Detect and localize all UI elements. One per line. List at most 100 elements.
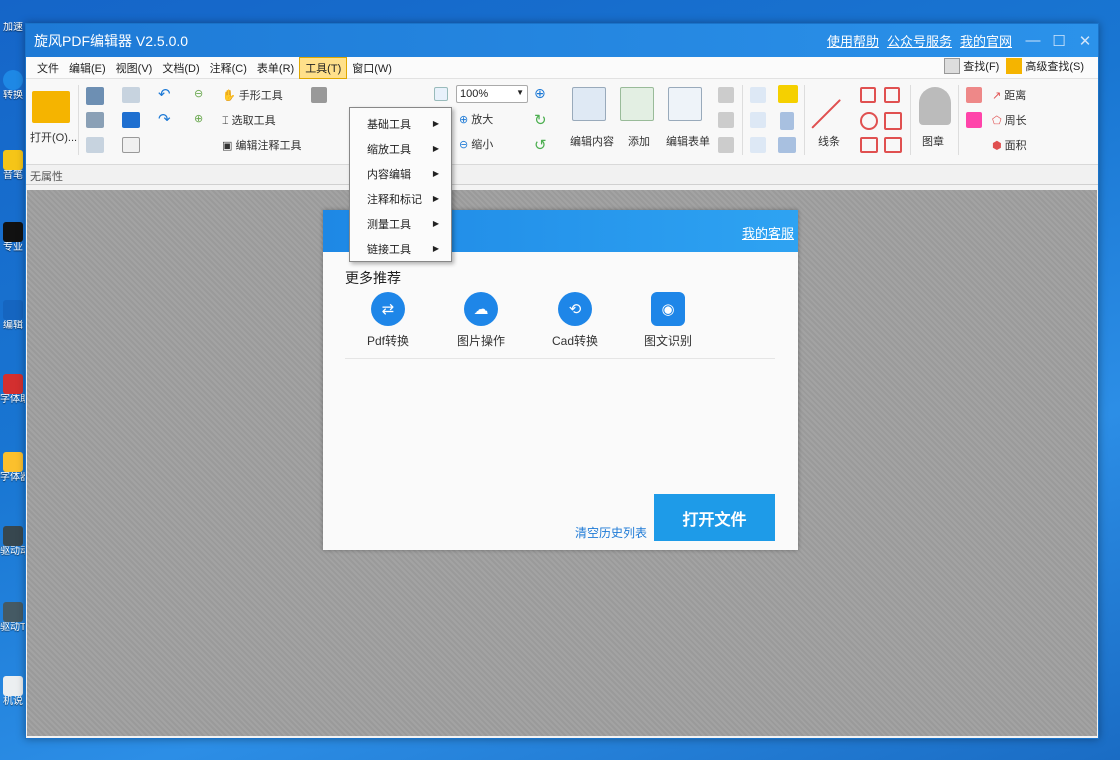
export-icon[interactable] — [86, 137, 104, 153]
edit-content-button[interactable]: 编辑内容 — [570, 133, 614, 149]
ellipse-icon[interactable] — [860, 112, 878, 130]
desktop-icon-5[interactable]: 编辑 — [0, 300, 26, 332]
properties-bar: 无属性 — [26, 165, 1098, 185]
zoom-in-button[interactable]: ⊕ 放大 — [459, 111, 493, 127]
menu-item-zoom-tools[interactable]: 缩放工具 ▶ — [350, 136, 451, 161]
fit-page-icon[interactable] — [434, 87, 448, 101]
tool-image-ops[interactable]: ☁ 图片操作 — [446, 292, 516, 349]
open-folder-icon — [32, 91, 70, 123]
eraser-icon[interactable] — [966, 112, 982, 128]
open-file-button[interactable]: 打开文件 — [654, 494, 775, 541]
tool-cad-convert[interactable]: ⟲ Cad转换 — [540, 292, 610, 349]
find-icon — [944, 58, 961, 74]
chevron-down-icon: ▼ — [516, 88, 524, 97]
pentagon-icon[interactable] — [884, 112, 902, 130]
clear-history-link[interactable]: 清空历史列表 — [575, 524, 647, 541]
website-link[interactable]: 我的官网 — [960, 31, 1012, 50]
note-icon[interactable] — [778, 85, 798, 103]
polyline-icon[interactable] — [884, 137, 902, 153]
open-button[interactable]: 打开(O)... — [30, 129, 77, 145]
desktop-icon-7[interactable]: 字体器 — [0, 452, 26, 484]
zoom-in-glass-icon[interactable]: ⊕ — [534, 85, 546, 102]
menu-item-basic-tools[interactable]: 基础工具 ▶ — [350, 111, 451, 136]
distance-button[interactable]: ↗ 距离 — [992, 87, 1026, 103]
menu-edit[interactable]: 编辑(E) — [64, 58, 111, 78]
minimize-icon[interactable]: — — [1020, 32, 1046, 49]
text-box-icon[interactable] — [718, 87, 734, 103]
maximize-icon[interactable]: ☐ — [1046, 32, 1072, 50]
zoom-out-button[interactable]: ⊖ 缩小 — [459, 136, 493, 152]
menu-file[interactable]: 文件 — [32, 58, 64, 78]
close-icon[interactable]: ✕ — [1072, 32, 1098, 50]
attach-icon[interactable] — [780, 112, 794, 130]
wechat-service-link[interactable]: 公众号服务 — [887, 31, 952, 50]
hand-tool[interactable]: ✋ 手形工具 — [222, 87, 283, 103]
desktop-icon-10[interactable]: 机说 — [0, 676, 26, 708]
desktop-icon-1[interactable]: 加速 — [0, 22, 26, 34]
window-title: 旋风PDF编辑器 V2.5.0.0 — [34, 32, 189, 49]
polygon-icon[interactable] — [884, 87, 900, 103]
annot-icon: ▣ — [222, 140, 233, 152]
add-button[interactable]: 添加 — [628, 133, 650, 149]
recommend-title: 更多推荐 — [345, 270, 401, 286]
perimeter-button[interactable]: ⬠ 周长 — [992, 112, 1027, 128]
forward-icon[interactable]: ⊕ — [194, 112, 203, 125]
menu-window[interactable]: 窗口(W) — [347, 58, 397, 78]
strikeout-icon[interactable] — [750, 112, 766, 128]
desktop-icon-4[interactable]: 专业 — [0, 222, 26, 254]
save-icon[interactable] — [86, 87, 104, 105]
pencil-icon[interactable] — [966, 87, 982, 103]
menu-item-content-edit[interactable]: 内容编辑 ▶ — [350, 161, 451, 186]
desktop-icon-8[interactable]: 驱动动手 — [0, 526, 26, 558]
select-icon: ⌶ — [222, 115, 229, 127]
line-icon — [811, 99, 841, 129]
menu-item-measure-tools[interactable]: 测量工具 ▶ — [350, 211, 451, 236]
print-icon[interactable] — [86, 112, 104, 128]
email-icon[interactable] — [122, 87, 140, 103]
underline-icon[interactable] — [750, 137, 766, 153]
desktop-icon-9[interactable]: 驱动TB2 — [0, 602, 26, 634]
text-field-icon[interactable] — [718, 112, 734, 128]
edit-form-button[interactable]: 编辑表单 — [666, 133, 710, 149]
find-button[interactable]: 查找(F) — [963, 58, 999, 74]
edit-content-icon — [572, 87, 606, 121]
menu-comment[interactable]: 注释(C) — [205, 58, 252, 78]
back-icon[interactable]: ⊖ — [194, 87, 203, 100]
new-page-icon[interactable] — [122, 137, 140, 153]
arrow-icon[interactable] — [860, 87, 876, 103]
lines-button[interactable]: 线条 — [818, 133, 840, 149]
area-button[interactable]: ⬢ 面积 — [992, 137, 1027, 153]
scan-icon[interactable] — [122, 112, 140, 128]
menu-bar: 文件 编辑(E) 视图(V) 文档(D) 注释(C) 表单(R) 工具(T) 窗… — [26, 56, 1098, 79]
typewriter-icon[interactable] — [750, 87, 766, 103]
menu-document[interactable]: 文档(D) — [157, 58, 204, 78]
snapshot-icon[interactable] — [311, 87, 327, 103]
stamp-button[interactable]: 图章 — [922, 133, 944, 149]
zoom-select[interactable]: 100% ▼ — [456, 85, 528, 103]
edit-annot-tool[interactable]: ▣ 编辑注释工具 — [222, 137, 301, 153]
text-area-icon[interactable] — [718, 137, 734, 153]
menu-tools[interactable]: 工具(T) — [299, 56, 348, 79]
advanced-find-button[interactable]: 高级查找(S) — [1025, 58, 1084, 74]
tool-ocr[interactable]: ◉ 图文识别 — [633, 292, 703, 349]
tool-pdf-convert[interactable]: ⇄ Pdf转换 — [353, 292, 423, 349]
select-tool[interactable]: ⌶ 选取工具 — [222, 112, 276, 128]
redo-icon[interactable]: ↷ — [158, 110, 171, 128]
desktop-icon-6[interactable]: 字体助手 — [0, 374, 26, 406]
undo-icon[interactable]: ↶ — [158, 85, 171, 103]
rectangle-icon[interactable] — [860, 137, 878, 153]
sound-icon[interactable] — [778, 137, 796, 153]
desktop-icon-2[interactable]: 转换 — [0, 70, 26, 102]
menu-view[interactable]: 视图(V) — [111, 58, 158, 78]
submenu-arrow-icon: ▶ — [432, 119, 439, 128]
menu-item-annotations[interactable]: 注释和标记 ▶ — [350, 186, 451, 211]
menu-form[interactable]: 表单(R) — [252, 58, 299, 78]
add-icon — [620, 87, 654, 121]
help-link[interactable]: 使用帮助 — [827, 31, 879, 50]
customer-service-link[interactable]: 我的客服 — [742, 223, 794, 242]
desktop-icon-3[interactable]: 音笔 — [0, 150, 26, 182]
rotate-icon[interactable]: ↻ — [534, 111, 547, 129]
rotate-back-icon[interactable]: ↺ — [534, 136, 547, 154]
distance-icon: ↗ — [992, 90, 1002, 102]
menu-item-link-tools[interactable]: 链接工具 ▶ — [350, 236, 451, 261]
